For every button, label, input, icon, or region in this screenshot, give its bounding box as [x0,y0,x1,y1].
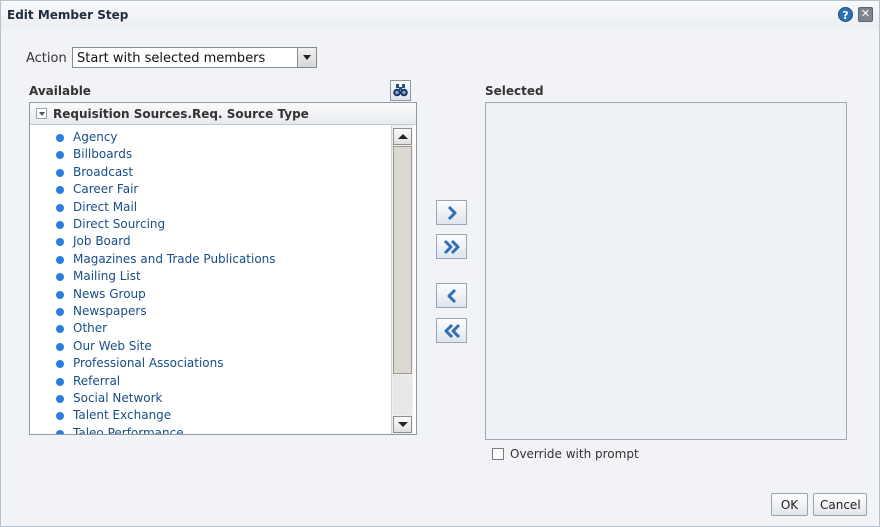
member-dot-icon [56,273,64,282]
move-all-button[interactable] [436,234,467,259]
remove-all-button[interactable] [436,318,467,343]
member-label[interactable]: Other [73,321,107,335]
chevron-down-icon[interactable] [297,48,316,67]
member-label[interactable]: Referral [73,374,120,388]
member-label[interactable]: Mailing List [73,269,141,283]
available-members-panel: Requisition Sources.Req. Source Type Age… [29,102,417,435]
selected-label: Selected [485,84,544,98]
member-dot-icon [56,360,64,369]
member-dot-icon [56,186,64,195]
member-dot-icon [56,151,64,160]
scroll-thumb[interactable] [393,146,412,374]
selected-members-panel[interactable] [485,102,847,440]
scroll-track[interactable] [393,375,412,415]
member-label[interactable]: Taleo Performance [73,426,184,434]
member-dot-icon [56,255,64,264]
member-label[interactable]: Magazines and Trade Publications [73,252,276,266]
collapse-icon[interactable] [36,108,47,119]
member-dot-icon [56,342,64,351]
remove-selected-button[interactable] [436,283,467,308]
vertical-scrollbar[interactable] [391,125,413,434]
action-label: Action [26,51,67,66]
action-select[interactable]: Start with selected members [72,47,317,68]
hierarchy-header: Requisition Sources.Req. Source Type [30,103,416,125]
member-label[interactable]: Direct Sourcing [73,217,165,231]
cancel-button[interactable]: Cancel [813,493,867,516]
member-label[interactable]: Job Board [73,234,131,248]
member-label[interactable]: Talent Exchange [73,408,171,422]
member-label[interactable]: Our Web Site [73,339,152,353]
hierarchy-header-label: Requisition Sources.Req. Source Type [53,107,309,121]
member-dot-icon [56,395,64,403]
chevron-right-icon [447,205,457,221]
move-selected-button[interactable] [436,200,467,225]
override-label[interactable]: Override with prompt [510,447,639,461]
member-label[interactable]: Billboards [73,147,132,161]
member-label[interactable]: Newspapers [73,304,147,318]
binoculars-icon [393,84,408,97]
member-dot-icon [56,308,64,316]
member-dot-icon [56,377,64,386]
available-label: Available [29,84,91,98]
double-chevron-left-icon [444,323,461,339]
ok-button[interactable]: OK [771,493,808,516]
member-dot-icon [56,238,64,247]
member-label[interactable]: News Group [73,287,146,301]
edit-member-step-dialog: Edit Member Step ? ✕ Action Start with s… [0,0,880,527]
member-dot-icon [56,412,64,421]
scroll-up-icon[interactable] [393,128,412,145]
search-button[interactable] [390,80,411,101]
member-label[interactable]: Career Fair [73,182,138,196]
member-label[interactable]: Broadcast [73,165,133,179]
member-label[interactable]: Agency [73,130,118,144]
help-icon[interactable]: ? [838,7,853,22]
dialog-title: Edit Member Step [7,8,129,22]
double-chevron-right-icon [443,239,460,255]
action-select-value: Start with selected members [77,51,266,66]
member-dot-icon [56,168,64,177]
member-dot-icon [56,325,64,334]
chevron-left-icon [447,288,457,304]
member-dot-icon [56,221,64,229]
member-label[interactable]: Professional Associations [73,356,224,370]
member-dot-icon [56,134,64,142]
member-dot-icon [56,290,64,299]
member-dot-icon [56,203,64,212]
member-label[interactable]: Social Network [73,391,163,405]
dialog-titlebar: Edit Member Step ? ✕ [1,1,879,29]
member-dot-icon [56,429,64,434]
close-icon[interactable]: ✕ [858,7,873,22]
member-list: Agency Billboards Broadcast Career Fair Dire… [30,125,390,434]
scroll-down-icon[interactable] [393,416,412,433]
member-label[interactable]: Direct Mail [73,200,137,214]
override-checkbox[interactable] [492,448,504,460]
